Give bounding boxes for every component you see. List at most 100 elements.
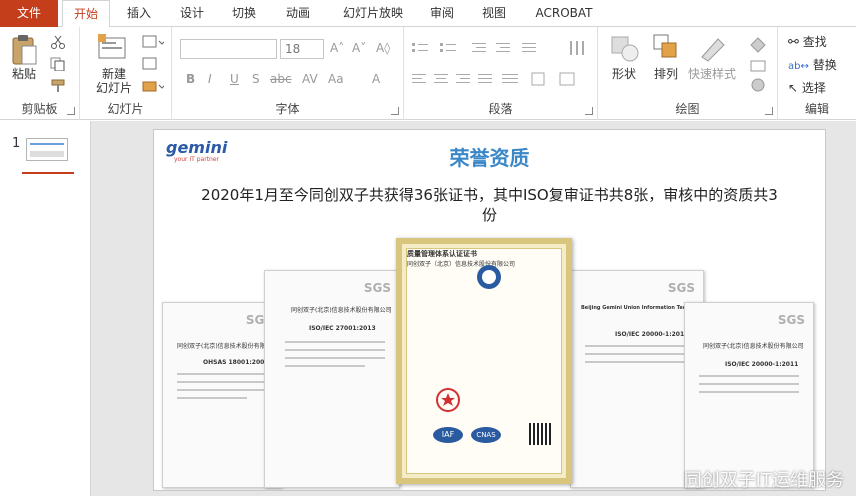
new-slide-button[interactable]: 新建 幻灯片 — [86, 67, 142, 95]
font-label: 字体 — [275, 102, 300, 116]
replace-label: 替换 — [812, 58, 837, 72]
editing-label: 编辑 — [804, 102, 829, 116]
font-color-icon[interactable]: A — [372, 72, 380, 86]
group-paragraph: 段落 — [404, 27, 598, 120]
slide-number: 1 — [12, 136, 21, 151]
find-label: 查找 — [802, 35, 827, 49]
binoculars-icon: ⚯ — [788, 35, 799, 50]
slides-label: 幻灯片 — [107, 102, 144, 116]
underline-icon[interactable]: U — [230, 72, 239, 86]
find-button[interactable]: ⚯ 查找 — [788, 33, 827, 50]
tab-file[interactable]: 文件 — [0, 0, 58, 27]
select-button[interactable]: ↖ 选择 — [788, 79, 826, 96]
ribbon-tabs: 文件 开始 插入 设计 切换 动画 幻灯片放映 审阅 视图 ACROBAT — [0, 0, 856, 28]
paste-icon — [12, 35, 37, 65]
cursor-icon: ↖ — [788, 81, 799, 95]
section-icon[interactable] — [142, 79, 164, 93]
clipboard-launcher-icon[interactable] — [67, 107, 75, 115]
cert-standard: ISO/IEC 27001:2013 — [309, 325, 376, 332]
clear-format-icon[interactable]: A◊ — [376, 41, 390, 55]
tab-design[interactable]: 设计 — [170, 0, 214, 27]
tab-animations[interactable]: 动画 — [276, 0, 320, 27]
paragraph-launcher-icon[interactable] — [585, 107, 593, 115]
red-seal-icon — [436, 388, 460, 412]
copy-icon[interactable] — [50, 57, 66, 71]
cert-standard: OHSAS 18001:2007 — [203, 359, 269, 366]
cert-company: 同创双子(北京)信息技术股份有限公司 — [291, 307, 392, 314]
new-slide-line2: 幻灯片 — [95, 81, 132, 95]
sgs-mark: SGS — [667, 281, 695, 295]
align-controls-icon[interactable] — [410, 71, 596, 91]
shapes-button[interactable]: 形状 — [604, 67, 644, 81]
group-clipboard: 粘贴 剪贴板 — [0, 27, 80, 120]
slide-thumbnail-pane: 1 — [0, 121, 91, 496]
drawing-label: 绘图 — [675, 102, 700, 116]
replace-icon: ab↔ — [788, 61, 809, 72]
thumbnail-divider — [22, 172, 74, 174]
qr-code-icon — [529, 423, 551, 445]
ribbon: 粘贴 剪贴板 新建 幻灯片 幻灯片 18 A˄ A˅ A◊ B I U S ab… — [0, 27, 856, 120]
slide-thumbnail[interactable] — [26, 138, 68, 161]
font-size-value: 18 — [285, 42, 301, 56]
group-drawing: 形状 排列 快速样式 绘图 — [598, 27, 778, 120]
quick-styles-button[interactable]: 快速样式 — [684, 67, 740, 81]
shrink-font-icon[interactable]: A˅ — [352, 41, 366, 55]
tab-review[interactable]: 审阅 — [420, 0, 464, 27]
new-slide-icon — [98, 34, 126, 59]
shapes-icon — [611, 36, 639, 62]
iaf-mark: IAF — [433, 427, 463, 443]
group-font: 18 A˄ A˅ A◊ B I U S abc AV Aa A 字体 — [172, 27, 404, 120]
watermark: 同创双子IT运维服务 — [683, 470, 844, 491]
cert-standard: ISO/IEC 20000-1:2011 — [725, 361, 799, 368]
group-slides: 新建 幻灯片 幻灯片 — [80, 27, 172, 120]
list-controls-icon[interactable] — [410, 39, 596, 59]
tab-home[interactable]: 开始 — [62, 0, 110, 28]
tab-slideshow[interactable]: 幻灯片放映 — [333, 0, 413, 27]
cert-company: 同创双子(北京)信息技术股份有限公司 — [703, 343, 804, 350]
cert-title: 质量管理体系认证证书 — [407, 250, 477, 258]
slide-title: 荣誉资质 — [449, 146, 530, 170]
paragraph-label: 段落 — [488, 102, 513, 116]
cert-company: 同创双子(北京)信息技术股份有限公司 — [177, 343, 278, 350]
certificate-quality: 质量管理体系认证证书 同创双子（北京）信息技术股份有限公司 IAF CNAS — [396, 238, 572, 484]
cert-emblem-icon — [477, 265, 501, 289]
quick-styles-icon — [701, 38, 725, 62]
reset-icon[interactable] — [142, 57, 164, 71]
bold-icon[interactable]: B — [186, 72, 195, 86]
grow-font-icon[interactable]: A˄ — [330, 41, 344, 55]
certificate-iso20000-cn: SGS 同创双子(北京)信息技术股份有限公司 ISO/IEC 20000-1:2… — [684, 302, 814, 488]
arrange-button[interactable]: 排列 — [646, 67, 686, 81]
new-slide-line1: 新建 — [101, 67, 126, 81]
change-case-icon[interactable]: Aa — [328, 72, 344, 86]
italic-icon[interactable]: I — [208, 72, 212, 86]
group-editing: ⚯ 查找 ab↔ 替换 ↖ 选择 编辑 — [778, 27, 856, 120]
layout-icon[interactable] — [142, 35, 164, 49]
cut-icon[interactable] — [50, 35, 66, 49]
format-painter-icon[interactable] — [50, 79, 66, 93]
certificate-iso27001: SGS 同创双子(北京)信息技术股份有限公司 ISO/IEC 27001:201… — [264, 270, 400, 488]
font-family-combo[interactable] — [180, 39, 277, 59]
shape-fill-outline-icons[interactable] — [748, 35, 770, 95]
slide[interactable]: gemini your IT partner 荣誉资质 2020年1月至今同创双… — [153, 129, 826, 491]
sgs-mark: SGS — [777, 313, 805, 327]
sgs-mark: SGS — [363, 281, 391, 295]
strikethrough-icon[interactable]: abc — [270, 72, 292, 86]
tab-insert[interactable]: 插入 — [117, 0, 161, 27]
char-spacing-icon[interactable]: AV — [302, 72, 318, 86]
slide-subtitle: 2020年1月至今同创双子共获得36张证书，其中ISO复审证书共8张，审核中的资… — [201, 186, 778, 224]
replace-button[interactable]: ab↔ 替换 — [788, 56, 837, 73]
cnas-mark: CNAS — [471, 427, 501, 443]
certificate-inner: 质量管理体系认证证书 同创双子（北京）信息技术股份有限公司 IAF CNAS — [406, 248, 562, 474]
arrange-icon — [653, 34, 677, 58]
select-label: 选择 — [801, 81, 826, 95]
cert-standard: ISO/IEC 20000-1:2011 — [615, 331, 689, 338]
slide-canvas: gemini your IT partner 荣誉资质 2020年1月至今同创双… — [91, 121, 856, 496]
drawing-launcher-icon[interactable] — [765, 107, 773, 115]
tab-transitions[interactable]: 切换 — [222, 0, 266, 27]
tab-acrobat[interactable]: ACROBAT — [526, 0, 602, 27]
tab-view[interactable]: 视图 — [472, 0, 516, 27]
shadow-icon[interactable]: S — [252, 72, 260, 86]
font-launcher-icon[interactable] — [391, 107, 399, 115]
font-size-combo[interactable]: 18 — [280, 39, 324, 59]
paste-button[interactable]: 粘贴 — [6, 67, 42, 81]
